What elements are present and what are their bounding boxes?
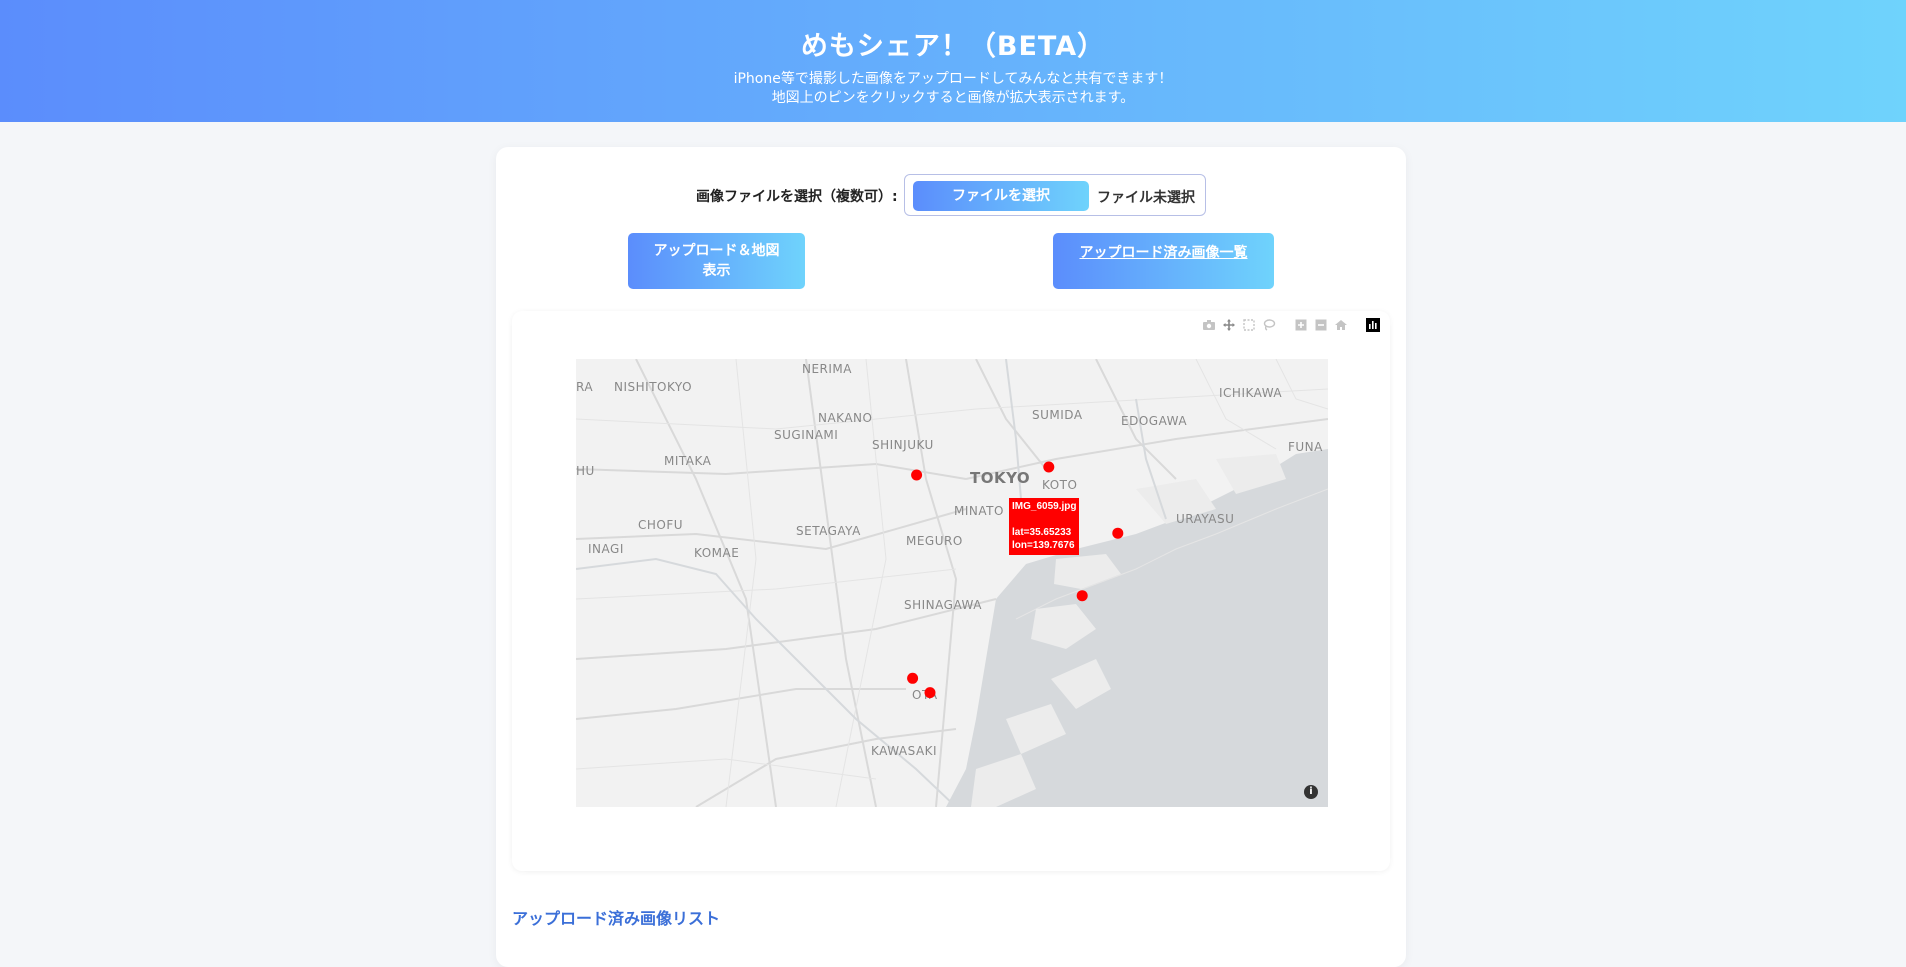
- file-select-label: 画像ファイルを選択（複数可）:: [696, 189, 898, 205]
- tooltip-lon: lon=139.7676: [1012, 540, 1075, 551]
- map-label-nishitokyo: NISHITOKYO: [614, 380, 692, 394]
- map-label-setagaya: SETAGAYA: [796, 524, 861, 538]
- map-label-nakano: NAKANO: [818, 411, 872, 425]
- page-subtitle: iPhone等で撮影した画像をアップロードしてみんなと共有できます！ 地図上のピ…: [0, 70, 1906, 108]
- map-label-minato: MINATO: [954, 504, 1004, 518]
- map-label-chofu: CHOFU: [638, 518, 683, 532]
- info-icon[interactable]: i: [1304, 785, 1318, 799]
- subtitle-line-1: iPhone等で撮影した画像をアップロードしてみんなと共有できます！: [733, 71, 1173, 87]
- upload-button-label: アップロード＆地図表示: [653, 243, 780, 279]
- tooltip-lat: lat=35.65233: [1012, 527, 1072, 538]
- map-label-mitaka: MITAKA: [664, 454, 712, 468]
- pan-icon[interactable]: [1222, 318, 1236, 332]
- map-modebar: [1202, 317, 1380, 333]
- uploaded-list-title: アップロード済み画像リスト: [512, 909, 721, 928]
- map-panel: NERIMA NISHITOKYO RA NAKANO SUGINAMI SHI…: [512, 311, 1390, 871]
- plotly-logo-icon[interactable]: [1366, 318, 1380, 332]
- box-select-icon[interactable]: [1242, 318, 1256, 332]
- pin-3[interactable]: [1112, 527, 1124, 539]
- map-label-funa: FUNA: [1288, 440, 1323, 454]
- pin-4[interactable]: [1076, 590, 1088, 602]
- map-svg: NERIMA NISHITOKYO RA NAKANO SUGINAMI SHI…: [576, 359, 1328, 807]
- page-title: めもシェア！（BETA）: [800, 31, 1106, 62]
- zoom-out-icon[interactable]: [1314, 318, 1328, 332]
- file-input[interactable]: ファイルを選択 ファイル未選択: [904, 174, 1206, 216]
- uploaded-list-button[interactable]: アップロード済み画像一覧: [1053, 233, 1274, 289]
- main-card: 画像ファイルを選択（複数可）: ファイルを選択 ファイル未選択 アップロード＆地…: [496, 147, 1406, 967]
- pin-tooltip: IMG_6059.jpg lat=35.65233 lon=139.7676: [1009, 498, 1079, 555]
- camera-icon[interactable]: [1202, 318, 1216, 332]
- zoom-in-icon[interactable]: [1294, 318, 1308, 332]
- choose-file-button[interactable]: ファイルを選択: [913, 181, 1089, 211]
- map-canvas[interactable]: NERIMA NISHITOKYO RA NAKANO SUGINAMI SHI…: [576, 359, 1328, 807]
- file-status-text: ファイル未選択: [1097, 190, 1195, 206]
- file-select-row: 画像ファイルを選択（複数可）: ファイルを選択 ファイル未選択: [496, 174, 1406, 216]
- page-header: めもシェア！（BETA） iPhone等で撮影した画像をアップロードしてみんなと…: [0, 0, 1906, 122]
- map-label-ichikawa: ICHIKAWA: [1219, 386, 1282, 400]
- map-label-urayasu: URAYASU: [1176, 512, 1234, 526]
- map-label-suginami: SUGINAMI: [774, 428, 838, 442]
- map-label-hu: HU: [576, 464, 595, 478]
- map-label-tokyo: TOKYO: [970, 469, 1030, 487]
- map-label-nerima: NERIMA: [802, 362, 852, 376]
- map-label-edogawa: EDOGAWA: [1121, 414, 1187, 428]
- map-label-shinagawa: SHINAGAWA: [904, 598, 982, 612]
- pin-5[interactable]: [907, 672, 919, 684]
- map-label-sumida: SUMIDA: [1032, 408, 1083, 422]
- subtitle-line-2: 地図上のピンをクリックすると画像が拡大表示されます。: [771, 90, 1135, 106]
- map-label-shinjuku: SHINJUKU: [872, 438, 934, 452]
- map-label-inagi: INAGI: [588, 542, 624, 556]
- upload-and-map-button[interactable]: アップロード＆地図表示: [628, 233, 805, 289]
- list-button-label: アップロード済み画像一覧: [1079, 245, 1248, 261]
- map-label-kawasaki: KAWASAKI: [871, 744, 937, 758]
- home-icon[interactable]: [1334, 318, 1348, 332]
- map-label-ra: RA: [576, 380, 593, 394]
- map-label-meguro: MEGURO: [906, 534, 963, 548]
- pin-6[interactable]: [924, 687, 936, 699]
- tooltip-filename: IMG_6059.jpg: [1012, 501, 1077, 512]
- lasso-icon[interactable]: [1262, 318, 1276, 332]
- map-label-koto: KOTO: [1042, 478, 1077, 492]
- pin-2[interactable]: [1043, 461, 1055, 473]
- map-label-komae: KOMAE: [694, 546, 739, 560]
- pin-1[interactable]: [911, 469, 923, 481]
